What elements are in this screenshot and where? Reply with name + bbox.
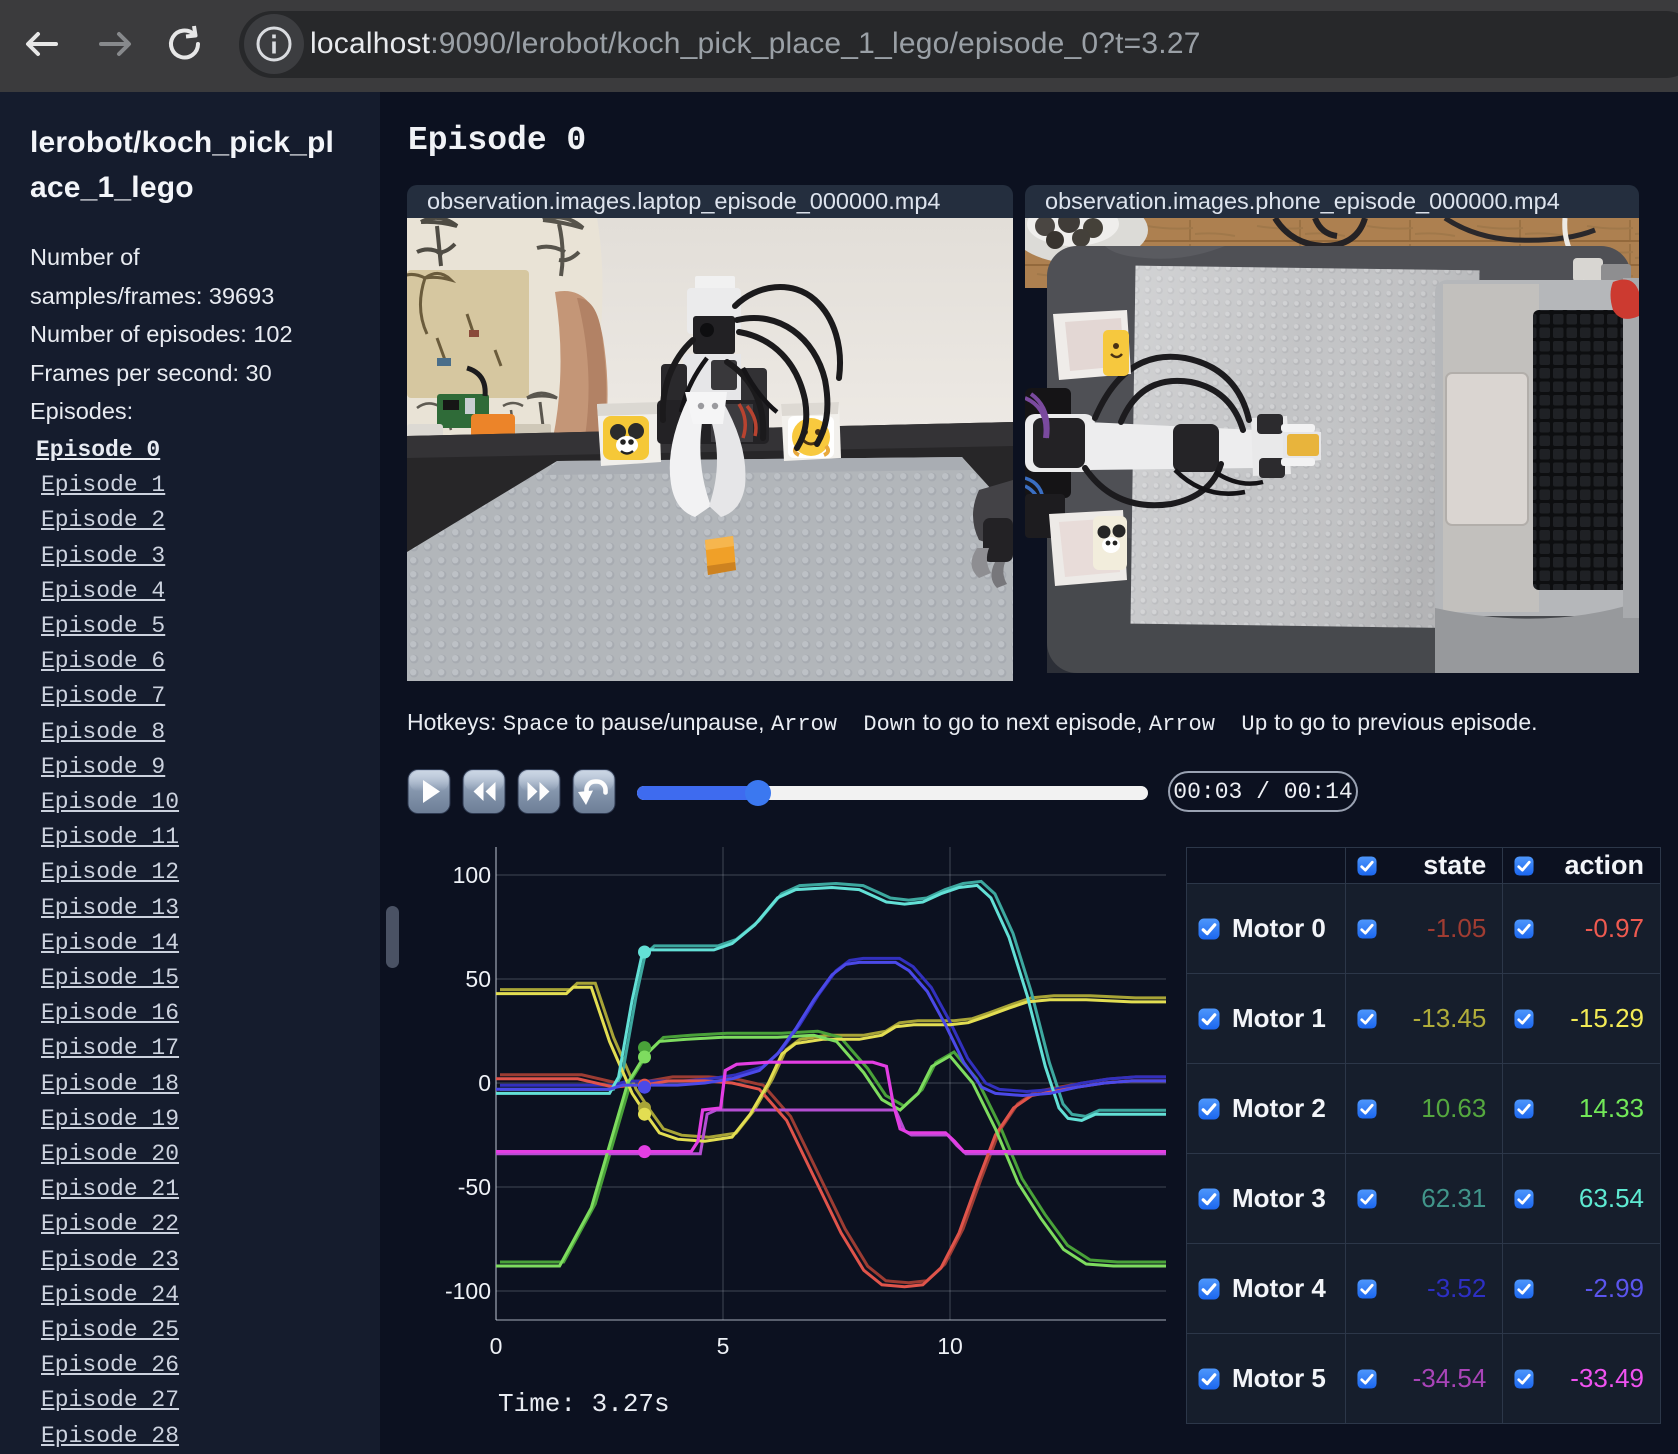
svg-text:10: 10: [937, 1333, 963, 1359]
svg-text:-100: -100: [445, 1278, 491, 1304]
svg-text:100: 100: [453, 862, 491, 888]
svg-text:50: 50: [465, 966, 491, 992]
svg-text:0: 0: [490, 1333, 503, 1359]
svg-text:-50: -50: [458, 1174, 491, 1200]
svg-text:5: 5: [717, 1333, 730, 1359]
svg-text:0: 0: [478, 1070, 491, 1096]
